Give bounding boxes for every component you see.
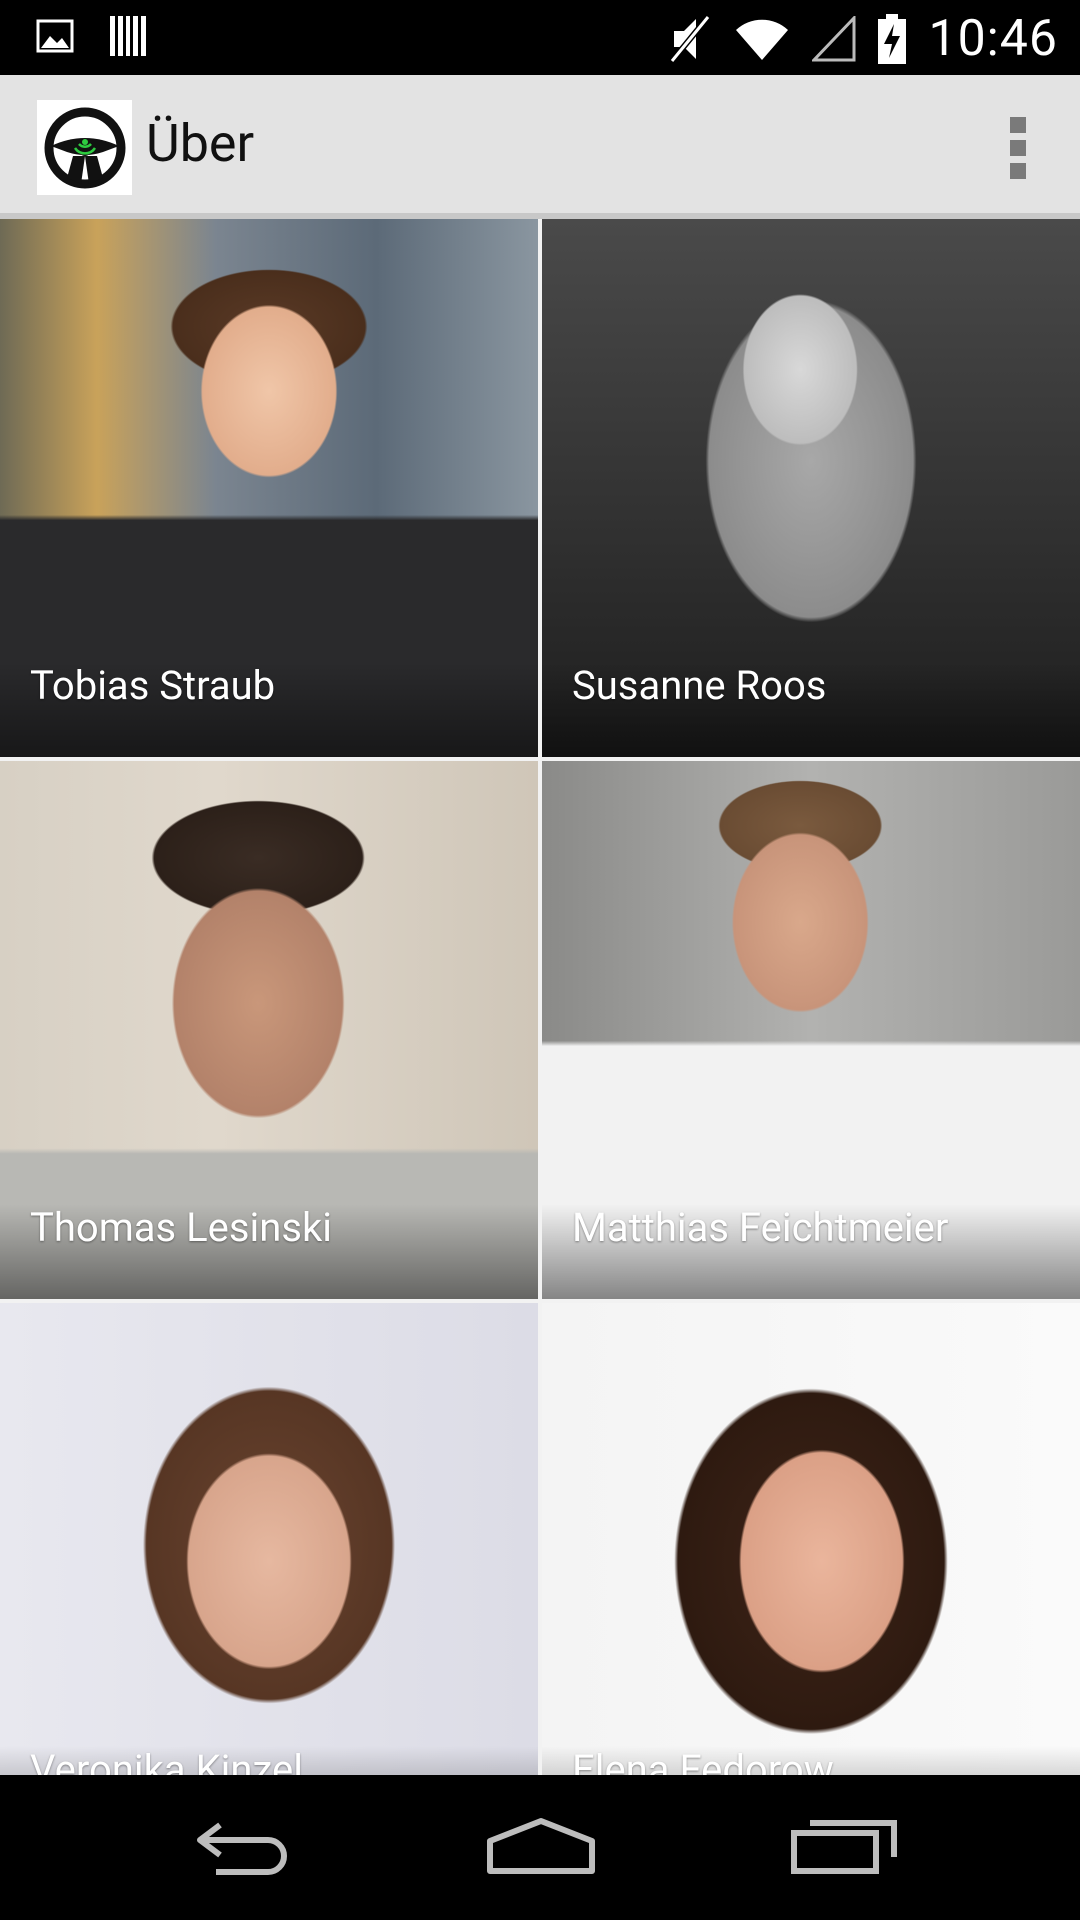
overflow-menu-icon[interactable] [1008,117,1028,179]
person-name: Tobias Straub [30,662,276,709]
person-tile[interactable]: Tobias Straub [0,219,538,757]
person-name: Susanne Roos [572,662,827,709]
person-name: Thomas Lesinski [30,1204,332,1251]
wifi-icon [734,16,790,62]
person-tile[interactable]: Veronika Kinzel [0,1303,538,1775]
home-icon[interactable] [486,1815,596,1879]
recents-icon[interactable] [790,1815,900,1879]
status-time: 10:46 [928,10,1058,68]
person-name: Elena Fedorow [572,1746,834,1775]
action-bar: Über [0,75,1080,219]
person-tile[interactable]: Elena Fedorow [542,1303,1080,1775]
person-name: Matthias Feichtmeier [572,1204,949,1251]
people-grid: Tobias Straub Susanne Roos Thomas Lesins… [0,219,1080,1775]
image-icon [36,19,74,53]
navigation-bar [0,1775,1080,1920]
page-title: Über [146,113,255,174]
signal-icon [812,16,856,62]
back-icon[interactable] [190,1815,290,1879]
person-photo [542,1303,1080,1775]
barcode-icon [108,14,148,58]
person-tile[interactable]: Matthias Feichtmeier [542,761,1080,1299]
person-name: Veronika Kinzel [30,1746,303,1775]
person-tile[interactable]: Susanne Roos [542,219,1080,757]
person-tile[interactable]: Thomas Lesinski [0,761,538,1299]
battery-charging-icon [878,14,907,64]
steering-wheel-icon[interactable] [37,100,132,195]
mute-icon [668,13,712,65]
person-photo [0,1303,538,1775]
status-bar: 10:46 [0,0,1080,75]
